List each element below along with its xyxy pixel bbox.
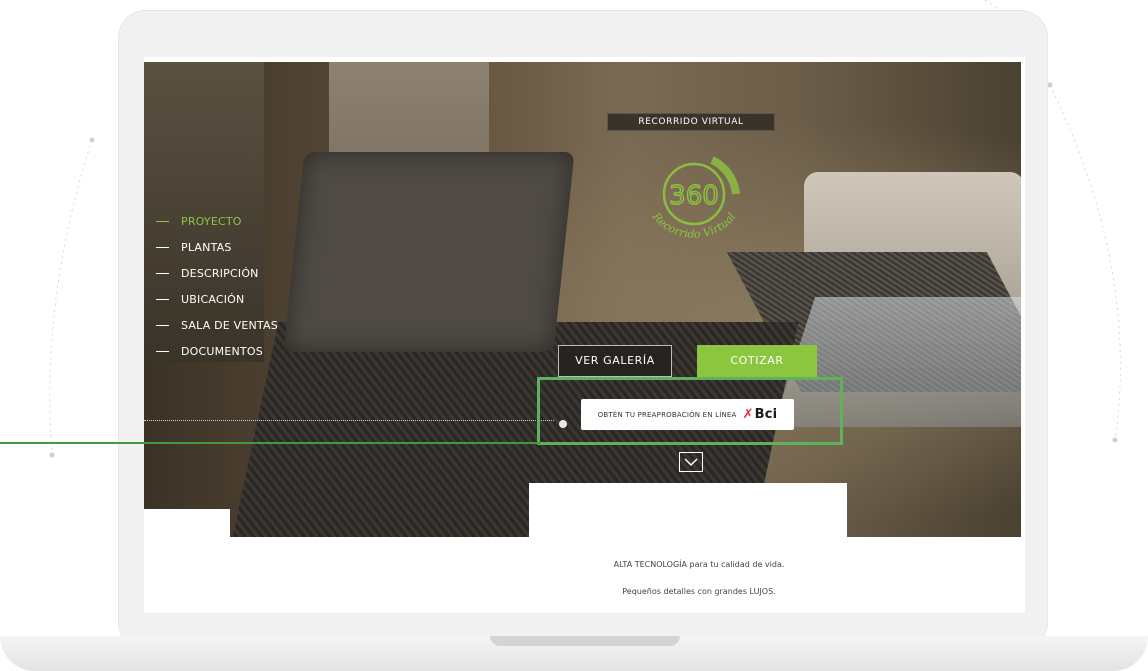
tagline-technology: ALTA TECNOLOGÍA para tu calidad de vida. [613,560,785,569]
nav-item-descripcion[interactable]: DESCRIPCIÓN [156,260,278,286]
laptop-notch [490,636,680,646]
nav-item-ubicacion[interactable]: UBICACIÓN [156,286,278,312]
chevron-down-icon[interactable] [679,452,703,472]
nav-label: PROYECTO [181,214,242,228]
nav-item-sala-de-ventas[interactable]: SALA DE VENTAS [156,312,278,338]
laptop-base [0,636,1148,671]
360-number: 360 [669,181,719,211]
tagline-details: Pequeños detalles con grandes LUJOS. [622,587,776,596]
website-screen: PROYECTO PLANTAS DESCRIPCIÓN UBICACIÓN S… [144,57,1025,613]
nav-label: UBICACIÓN [181,292,245,306]
quote-button[interactable]: COTIZAR [697,345,817,377]
nav-label: DESCRIPCIÓN [181,266,259,280]
nav-label: DOCUMENTOS [181,344,263,358]
dotted-divider [144,420,554,421]
nav-label: SALA DE VENTAS [181,318,278,332]
callout-line [0,442,540,444]
preapproval-label: OBTÉN TU PREAPROBACIÓN EN LÍNEA [597,410,737,419]
hero-image: PROYECTO PLANTAS DESCRIPCIÓN UBICACIÓN S… [144,62,1021,537]
nav-item-plantas[interactable]: PLANTAS [156,234,278,260]
slider-dot[interactable] [559,420,567,428]
nav-item-proyecto[interactable]: PROYECTO [156,208,278,234]
bci-text: Bci [754,407,778,422]
preapproval-button[interactable]: OBTÉN TU PREAPROBACIÓN EN LÍNEA ✗Bci [581,399,794,430]
view-gallery-button[interactable]: VER GALERÍA [558,345,672,377]
virtual-tour-label[interactable]: RECORRIDO VIRTUAL [607,113,775,131]
side-navigation: PROYECTO PLANTAS DESCRIPCIÓN UBICACIÓN S… [156,208,278,364]
360-view-icon[interactable]: 360 Recorrido Virtual [624,132,764,252]
bci-logo: ✗Bci [742,407,778,422]
nav-label: PLANTAS [181,240,232,254]
nav-item-documentos[interactable]: DOCUMENTOS [156,338,278,364]
